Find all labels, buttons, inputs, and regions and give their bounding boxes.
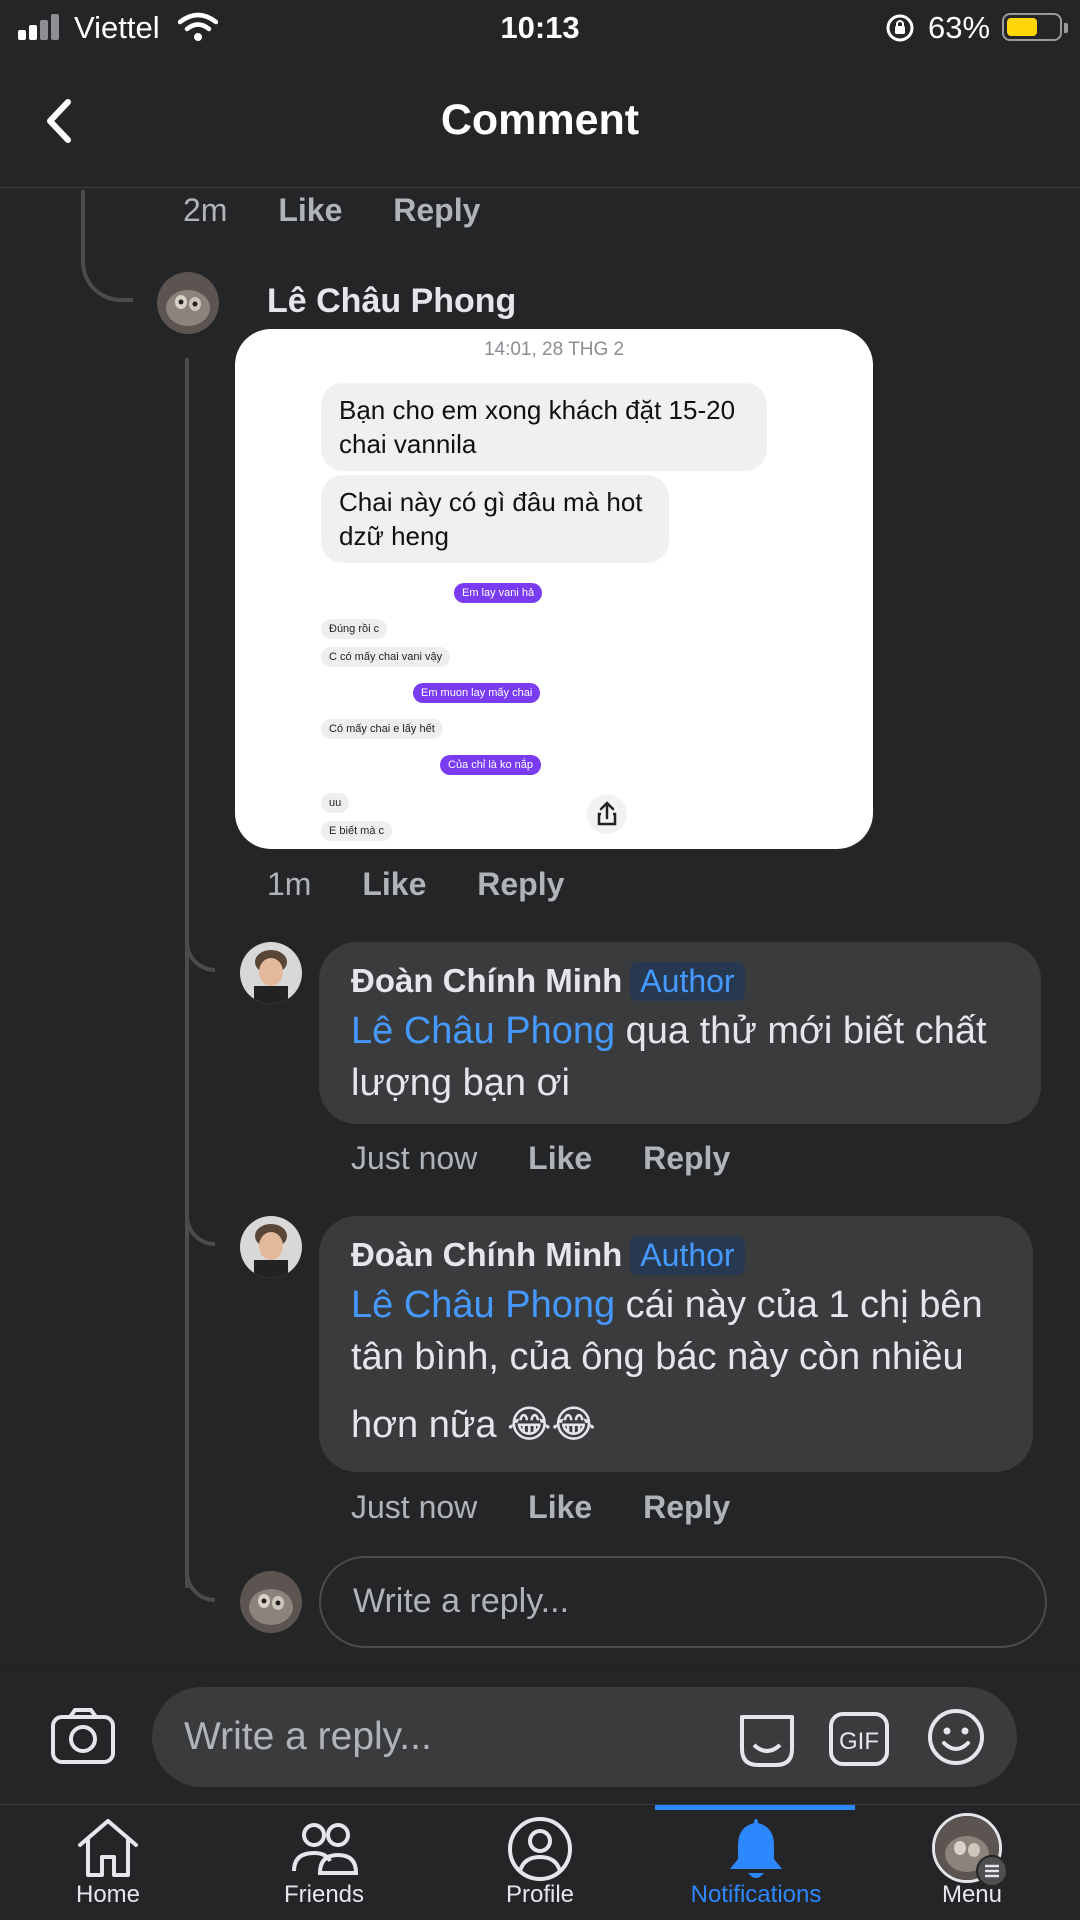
comment-input[interactable]: Write a reply... GIF [152,1687,1017,1787]
reply-actions: Just now Like Reply [351,1140,730,1177]
comment-time: 1m [267,866,312,902]
top-bar: Comment [0,54,1080,188]
battery-icon [1002,13,1068,41]
comment-author-line: Đoàn Chính Minh Author [351,1236,745,1275]
thread-branch-3 [185,1550,215,1602]
like-button[interactable]: Like [362,866,426,902]
image-message-small: Của chỉ là ko nắp [440,755,541,775]
home-icon [78,1819,138,1877]
image-message-small: Có mấy chai e lấy hết [321,719,443,739]
comment-author-line: Đoàn Chính Minh Author [351,962,745,1001]
image-message-small: Đúng rồi c [321,619,388,639]
comment-input-placeholder: Write a reply... [184,1715,432,1758]
gif-icon[interactable]: GIF [828,1711,890,1767]
camera-icon[interactable] [50,1707,116,1765]
comment-time: 2m [183,192,228,228]
comment-time: Just now [351,1489,478,1525]
comment-text: Lê Châu Phong cái này của 1 chị bên [351,1284,983,1327]
image-message-small: uu [321,793,350,813]
comment-bubble[interactable]: Đoàn Chính Minh Author Lê Châu Phong qua … [319,942,1041,1124]
image-message-small: E biết mà c [321,821,393,841]
comment-image[interactable]: 14:01, 28 THG 2 Bạn cho em xong khách đặ… [235,329,873,849]
comment-text-part: cái này của 1 chị bên [615,1284,983,1326]
comment-author[interactable]: Đoàn Chính Minh [351,962,622,999]
image-message-small: C có mấy chai vani vậy [321,647,451,667]
tab-label: Home [75,1881,141,1908]
mention-link[interactable]: Lê Châu Phong [351,1284,615,1326]
comment-text: lượng bạn ơi [351,1062,570,1104]
clock: 10:13 [500,10,580,45]
comment-text-part: qua thử mới biết chất [615,1010,987,1052]
author-badge: Author [630,962,745,1001]
reply-actions: Just now Like Reply [351,1489,730,1526]
svg-text:GIF: GIF [839,1728,879,1755]
tab-menu[interactable]: Menu [864,1805,1080,1920]
thread-line-inner [185,358,189,1588]
composer-bar: Write a reply... GIF [0,1664,1080,1804]
avatar[interactable] [240,942,302,1004]
prev-comment-actions: 2m Like Reply [183,192,480,229]
tab-profile[interactable]: Profile [432,1805,648,1920]
emoji-icon[interactable] [926,1707,986,1767]
reply-button[interactable]: Reply [643,1140,730,1176]
thread-branch-2 [185,1194,215,1246]
reply-button[interactable]: Reply [393,192,480,228]
thread-reply-placeholder: Write a reply... [353,1582,570,1620]
author-badge: Author [630,1236,745,1275]
tab-friends[interactable]: Friends [216,1805,432,1920]
thread-line-outer [81,190,133,302]
comment-text: Lê Châu Phong qua thử mới biết chất [351,1010,987,1053]
comment-text: hơn nữa 😂😂 [351,1404,596,1446]
reply-button[interactable]: Reply [477,866,564,902]
like-button[interactable]: Like [528,1140,592,1176]
share-icon [587,794,627,834]
image-message-small: Em muon lay mấy chai [413,683,541,703]
comment-author[interactable]: Lê Châu Phong [267,282,516,321]
image-message: Bạn cho em xong khách đặt 15-20 chai van… [321,383,767,471]
thread-branch-1 [185,920,215,972]
avatar[interactable] [240,1216,302,1278]
tab-label: Notifications [690,1881,822,1908]
like-button[interactable]: Like [278,192,342,228]
tab-label: Profile [505,1881,575,1908]
avatar [240,1571,302,1633]
comment-author[interactable]: Đoàn Chính Minh [351,1236,622,1273]
sticker-icon[interactable] [734,1709,800,1769]
battery-percent: 63% [928,10,991,45]
tab-bar: Home Friends Profile Notifications Menu [0,1804,1080,1920]
comment-text: tân bình, của ông bác này còn nhiều [351,1336,964,1378]
thread-reply-input[interactable]: Write a reply... [319,1556,1047,1648]
avatar[interactable] [157,272,219,334]
image-message: Chai này có gì đâu mà hot dzữ heng [321,475,669,563]
comment-time: Just now [351,1140,478,1176]
reply-button[interactable]: Reply [643,1489,730,1525]
page-title: Comment [440,96,640,144]
image-timestamp: 14:01, 28 THG 2 [483,339,625,360]
tab-label: Menu [941,1881,1003,1908]
like-button[interactable]: Like [528,1489,592,1525]
tab-home[interactable]: Home [0,1805,216,1920]
rotation-lock-icon [886,14,914,42]
image-message-small: Em lay vani hả [454,583,543,603]
tab-notifications[interactable]: Notifications [648,1805,864,1920]
tab-label: Friends [283,1881,365,1908]
bell-icon [730,1819,782,1878]
friends-icon [292,1823,358,1875]
status-bar: Viettel 10:13 63% [0,0,1080,54]
mention-link[interactable]: Lê Châu Phong [351,1010,615,1052]
photo-comment-actions: 1m Like Reply [267,866,564,903]
comment-bubble[interactable]: Đoàn Chính Minh Author Lê Châu Phong cái … [319,1216,1033,1472]
profile-icon [508,1817,572,1881]
